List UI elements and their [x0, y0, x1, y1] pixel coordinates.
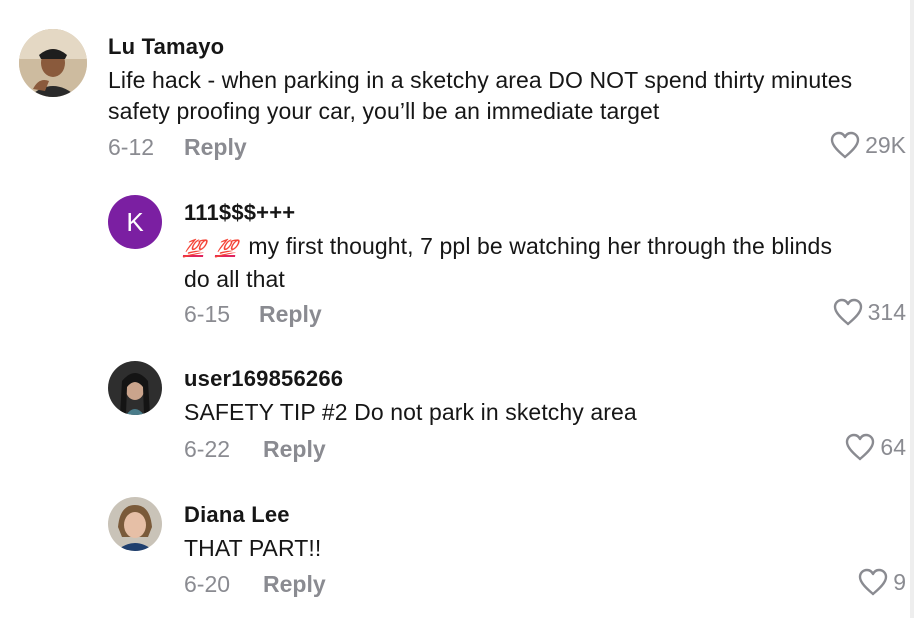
heart-outline-icon: [830, 131, 860, 159]
heart-outline-icon: [845, 433, 875, 461]
like-count: 9: [893, 568, 906, 595]
reply-button[interactable]: Reply: [263, 571, 326, 598]
avatar[interactable]: [19, 29, 87, 97]
comment-text: SAFETY TIP #2 Do not park in sketchy are…: [184, 397, 904, 428]
comment-text-segment: my first thought, 7 ppl be watching her …: [248, 233, 833, 259]
comment-text-line: safety proofing your car, you’ll be an i…: [108, 98, 660, 124]
comment-text-line: 💯 💯 my first thought, 7 ppl be watching he…: [182, 231, 904, 264]
comment-text: THAT PART!!: [184, 533, 904, 564]
reply-button[interactable]: Reply: [259, 301, 322, 328]
avatar[interactable]: K: [108, 195, 162, 249]
avatar[interactable]: [108, 497, 162, 551]
reply-button[interactable]: Reply: [263, 436, 326, 463]
username[interactable]: user169856266: [184, 366, 343, 392]
comment-text-line: THAT PART!!: [184, 535, 322, 561]
comment-text-line: Life hack - when parking in a sketchy ar…: [108, 67, 853, 93]
comment-date: 6-22: [184, 436, 231, 462]
username[interactable]: Lu Tamayo: [108, 34, 224, 60]
comment-text: 💯 💯 my first thought, 7 ppl be watching he…: [182, 231, 904, 295]
like-button[interactable]: 29K: [830, 131, 906, 159]
hundred-points-icon: 💯: [182, 239, 206, 258]
avatar[interactable]: [108, 361, 162, 415]
username[interactable]: 111$$$+++: [184, 200, 295, 226]
username[interactable]: Diana Lee: [184, 502, 290, 528]
comment-date: 6-20: [184, 571, 231, 597]
comment-text-line: SAFETY TIP #2 Do not park in sketchy are…: [184, 399, 637, 425]
avatar-letter: K: [126, 206, 144, 237]
reply-button[interactable]: Reply: [184, 134, 247, 161]
like-count: 64: [880, 433, 906, 460]
comment-text: Life hack - when parking in a sketchy ar…: [108, 65, 908, 127]
comment-date: 6-15: [184, 301, 231, 327]
like-button[interactable]: 9: [858, 568, 906, 596]
hundred-points-icon: 💯: [214, 239, 238, 258]
like-button[interactable]: 64: [845, 433, 906, 461]
like-button[interactable]: 314: [833, 298, 906, 326]
comment-date: 6-12: [108, 134, 155, 160]
scrollbar-track[interactable]: [910, 0, 914, 618]
heart-outline-icon: [858, 568, 888, 596]
like-count: 29K: [865, 131, 906, 158]
like-count: 314: [867, 298, 906, 325]
comment-text-line: do all that: [184, 266, 285, 292]
heart-outline-icon: [833, 298, 863, 326]
